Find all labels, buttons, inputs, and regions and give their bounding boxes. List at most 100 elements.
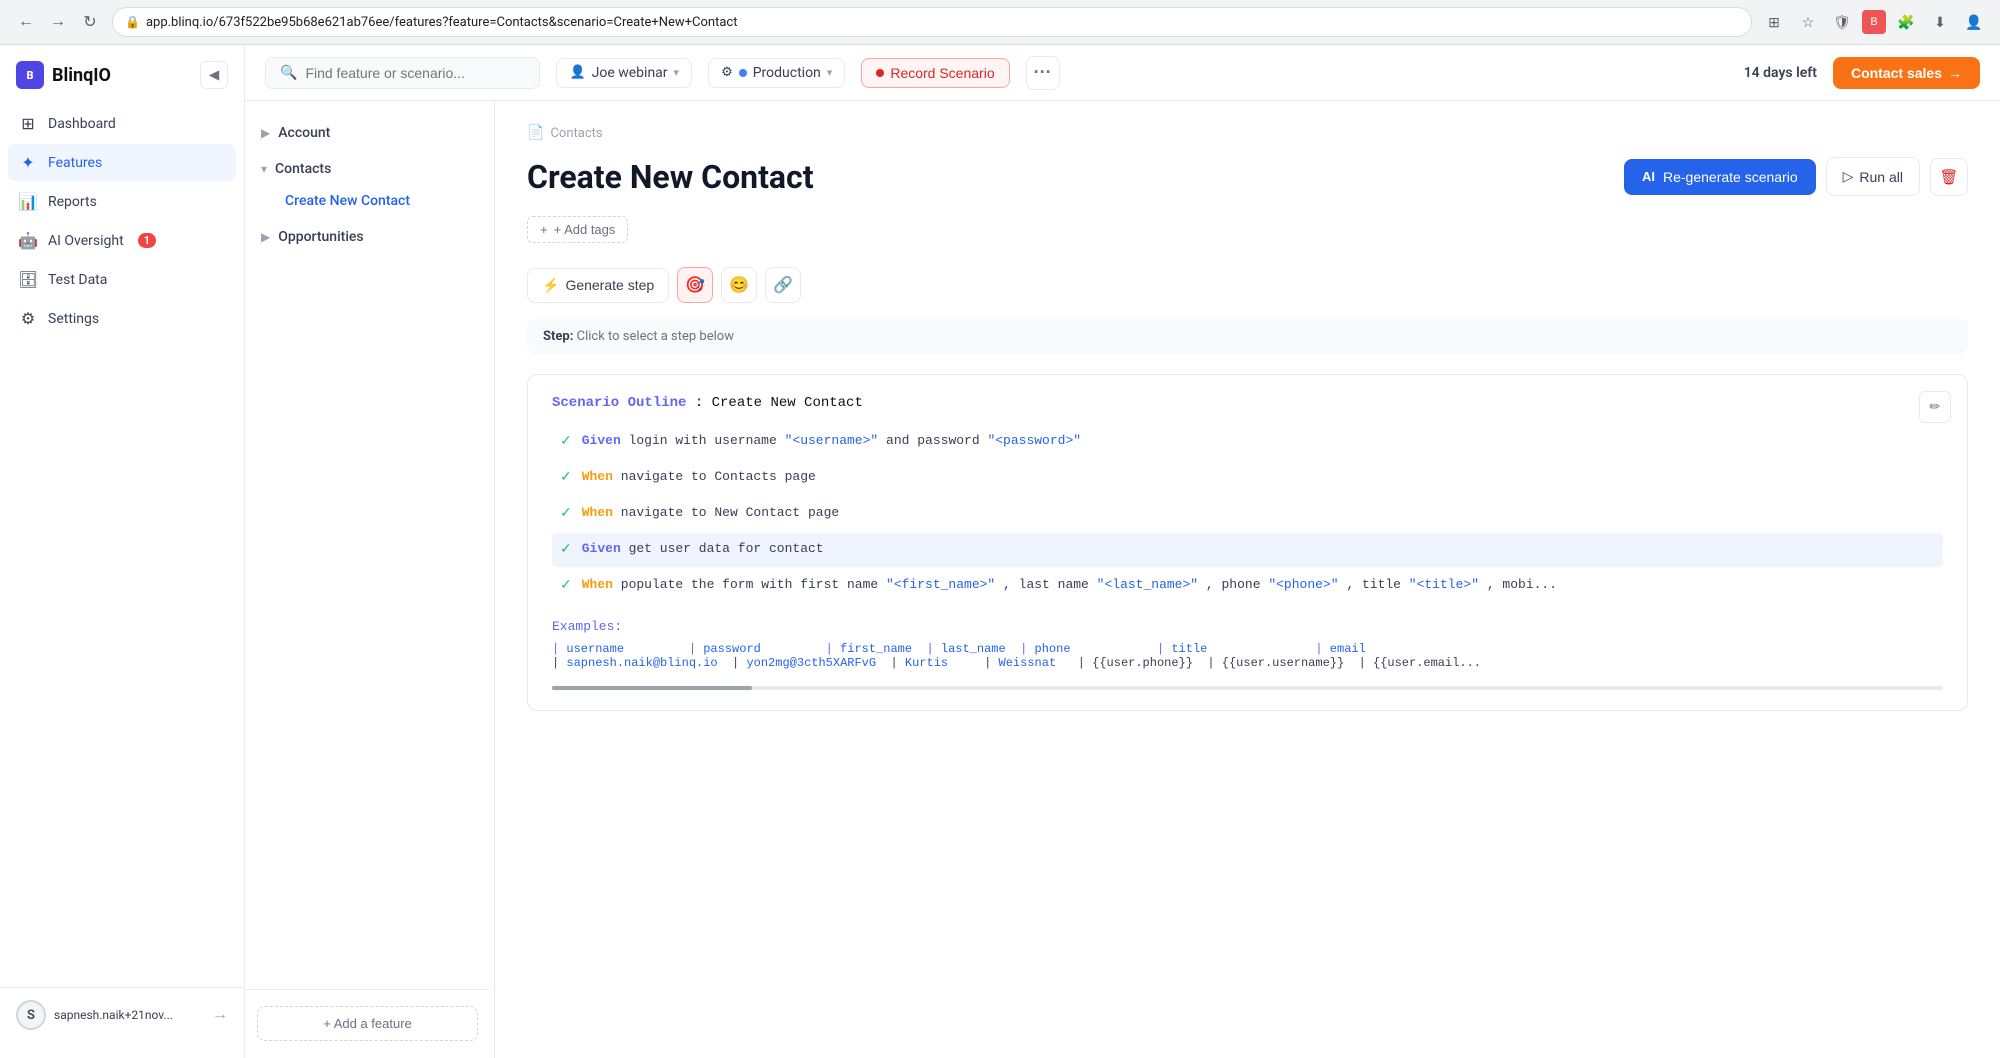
- sidebar: B BlinqIO ◀ ⊞ Dashboard ✦ Features 📊 Rep…: [0, 45, 245, 1058]
- play-icon: ▷: [1843, 168, 1854, 185]
- app-container: B BlinqIO ◀ ⊞ Dashboard ✦ Features 📊 Rep…: [0, 45, 2000, 1058]
- contact-sales-button[interactable]: Contact sales →: [1833, 57, 1980, 89]
- outline-keyword: Scenario Outline: [552, 395, 686, 411]
- feature-section-contacts: ▾ Contacts Create New Contact: [245, 153, 494, 217]
- scenario-actions: AI Re-generate scenario ▷ Run all 🗑: [1624, 157, 1968, 196]
- chevron-down-icon: ▾: [827, 66, 833, 79]
- address-bar[interactable]: 🔒 app.blinq.io/673f522be95b68e621ab76ee/…: [112, 7, 1752, 37]
- check-icon: ✓: [560, 432, 572, 453]
- trash-icon: 🗑: [1939, 168, 1958, 186]
- bookmark-button[interactable]: ☆: [1794, 8, 1822, 36]
- sidebar-item-settings[interactable]: ⚙ Settings: [8, 300, 236, 337]
- record-dot-icon: [876, 69, 884, 77]
- search-bar[interactable]: 🔍: [265, 57, 540, 89]
- reload-button[interactable]: ↻: [76, 8, 104, 36]
- user-selector-icon: 👤: [569, 65, 585, 80]
- outline-step-3[interactable]: ✓ When navigate to New Contact page: [552, 497, 1943, 531]
- outline-step-1[interactable]: ✓ Given login with username "<username>"…: [552, 425, 1943, 459]
- sidebar-item-test-data[interactable]: 🗄 Test Data: [8, 261, 236, 298]
- reports-icon: 📊: [18, 192, 38, 211]
- step-content: When navigate to New Contact page: [582, 503, 839, 523]
- search-input[interactable]: [305, 65, 525, 81]
- browser-toolbar: ← → ↻ 🔒 app.blinq.io/673f522be95b68e621a…: [0, 0, 2000, 44]
- feature-item-create-new-contact[interactable]: Create New Contact: [245, 185, 494, 217]
- sidebar-item-reports[interactable]: 📊 Reports: [8, 183, 236, 220]
- username-label: sapnesh.naik+21nov...: [54, 1008, 173, 1022]
- url-text: app.blinq.io/673f522be95b68e621ab76ee/fe…: [146, 15, 738, 30]
- add-tags-button[interactable]: + + Add tags: [527, 216, 628, 243]
- target-tool-button[interactable]: 🎯: [677, 267, 713, 303]
- lock-icon: 🔒: [125, 15, 140, 29]
- scroll-indicator: [552, 686, 1943, 690]
- sidebar-item-label: Reports: [48, 194, 97, 210]
- examples-section: Examples: | username | password | first_…: [552, 619, 1943, 670]
- browser-chrome: ← → ↻ 🔒 app.blinq.io/673f522be95b68e621a…: [0, 0, 2000, 45]
- extension1-button[interactable]: B: [1862, 10, 1886, 34]
- sidebar-item-features[interactable]: ✦ Features: [8, 144, 236, 181]
- feature-section-opportunities: ▶ Opportunities: [245, 221, 494, 253]
- smile-icon: 😊: [729, 275, 749, 295]
- outline-step-2[interactable]: ✓ When navigate to Contacts page: [552, 461, 1943, 495]
- logout-button[interactable]: →: [212, 1006, 228, 1024]
- link-tool-button[interactable]: 🔗: [765, 267, 801, 303]
- scenario-content: 📄 Contacts Create New Contact AI Re-gene…: [495, 101, 2000, 1058]
- edit-outline-button[interactable]: ✏: [1919, 391, 1951, 423]
- chevron-down-icon: ▾: [674, 66, 680, 79]
- pencil-icon: ✏: [1929, 399, 1940, 415]
- profile-button[interactable]: 👤: [1960, 8, 1988, 36]
- document-icon: 📄: [527, 125, 544, 141]
- sidebar-item-label: Features: [48, 155, 102, 171]
- run-all-button[interactable]: ▷ Run all: [1826, 157, 1920, 196]
- dashboard-icon: ⊞: [18, 114, 38, 133]
- sidebar-header: B BlinqIO ◀: [0, 61, 244, 105]
- outline-colon: : Create New Contact: [695, 395, 863, 411]
- record-scenario-button[interactable]: Record Scenario: [861, 58, 1009, 88]
- breadcrumb-text: Contacts: [550, 126, 602, 141]
- account-section-header[interactable]: ▶ Account: [245, 117, 494, 149]
- more-options-button[interactable]: ···: [1026, 56, 1060, 90]
- env-label: Production: [753, 65, 821, 81]
- step-content: Given login with username "<username>" a…: [582, 431, 1081, 451]
- step-content: When populate the form with first name "…: [582, 575, 1557, 595]
- settings-icon: ⚙: [18, 309, 38, 328]
- env-icon: ⚙: [721, 65, 733, 80]
- env-status-dot: [739, 69, 747, 77]
- step-content: When navigate to Contacts page: [582, 467, 816, 487]
- user-selector[interactable]: 👤 Joe webinar ▾: [556, 58, 692, 88]
- sidebar-item-label: Settings: [48, 311, 99, 327]
- features-icon: ✦: [18, 153, 38, 172]
- examples-title: Examples:: [552, 619, 1943, 634]
- sidebar-item-ai-oversight[interactable]: 🤖 AI Oversight 1: [8, 222, 236, 259]
- contacts-section-header[interactable]: ▾ Contacts: [245, 153, 494, 185]
- contacts-section-label: Contacts: [275, 161, 331, 177]
- sidebar-item-dashboard[interactable]: ⊞ Dashboard: [8, 105, 236, 142]
- scenario-header: Create New Contact AI Re-generate scenar…: [527, 157, 1968, 196]
- user-info: S sapnesh.naik+21nov...: [16, 1000, 173, 1030]
- shield-icon[interactable]: 🛡: [1828, 8, 1856, 36]
- env-selector[interactable]: ⚙ Production ▾: [708, 58, 845, 88]
- check-icon: ✓: [560, 540, 572, 561]
- opportunities-section-header[interactable]: ▶ Opportunities: [245, 221, 494, 253]
- emoji-tool-button[interactable]: 😊: [721, 267, 757, 303]
- generate-step-button[interactable]: ⚡ Generate step: [527, 268, 669, 303]
- forward-button[interactable]: →: [44, 8, 72, 36]
- add-feature-button[interactable]: + Add a feature: [257, 1006, 478, 1041]
- extension2-button[interactable]: 🧩: [1892, 8, 1920, 36]
- outline-step-4[interactable]: ✓ Given get user data for contact: [552, 533, 1943, 567]
- delete-scenario-button[interactable]: 🗑: [1930, 158, 1968, 196]
- chevron-right-icon: ▶: [261, 230, 270, 244]
- back-button[interactable]: ←: [12, 8, 40, 36]
- link-icon: 🔗: [773, 275, 793, 295]
- regenerate-scenario-button[interactable]: AI Re-generate scenario: [1624, 159, 1816, 195]
- ai-oversight-icon: 🤖: [18, 231, 38, 250]
- extensions-button[interactable]: ⊞: [1760, 8, 1788, 36]
- outline-step-5[interactable]: ✓ When populate the form with first name…: [552, 569, 1943, 603]
- feature-panel: ▶ Account ▾ Contacts Create New Contact: [245, 101, 495, 1058]
- collapse-sidebar-button[interactable]: ◀: [200, 61, 228, 89]
- step-hint-text: Click to select a step below: [577, 329, 734, 344]
- ellipsis-icon: ···: [1034, 62, 1052, 83]
- download-button[interactable]: ⬇: [1926, 8, 1954, 36]
- chevron-right-icon: ▶: [261, 126, 270, 140]
- search-icon: 🔍: [280, 65, 297, 81]
- test-data-icon: 🗄: [18, 270, 38, 289]
